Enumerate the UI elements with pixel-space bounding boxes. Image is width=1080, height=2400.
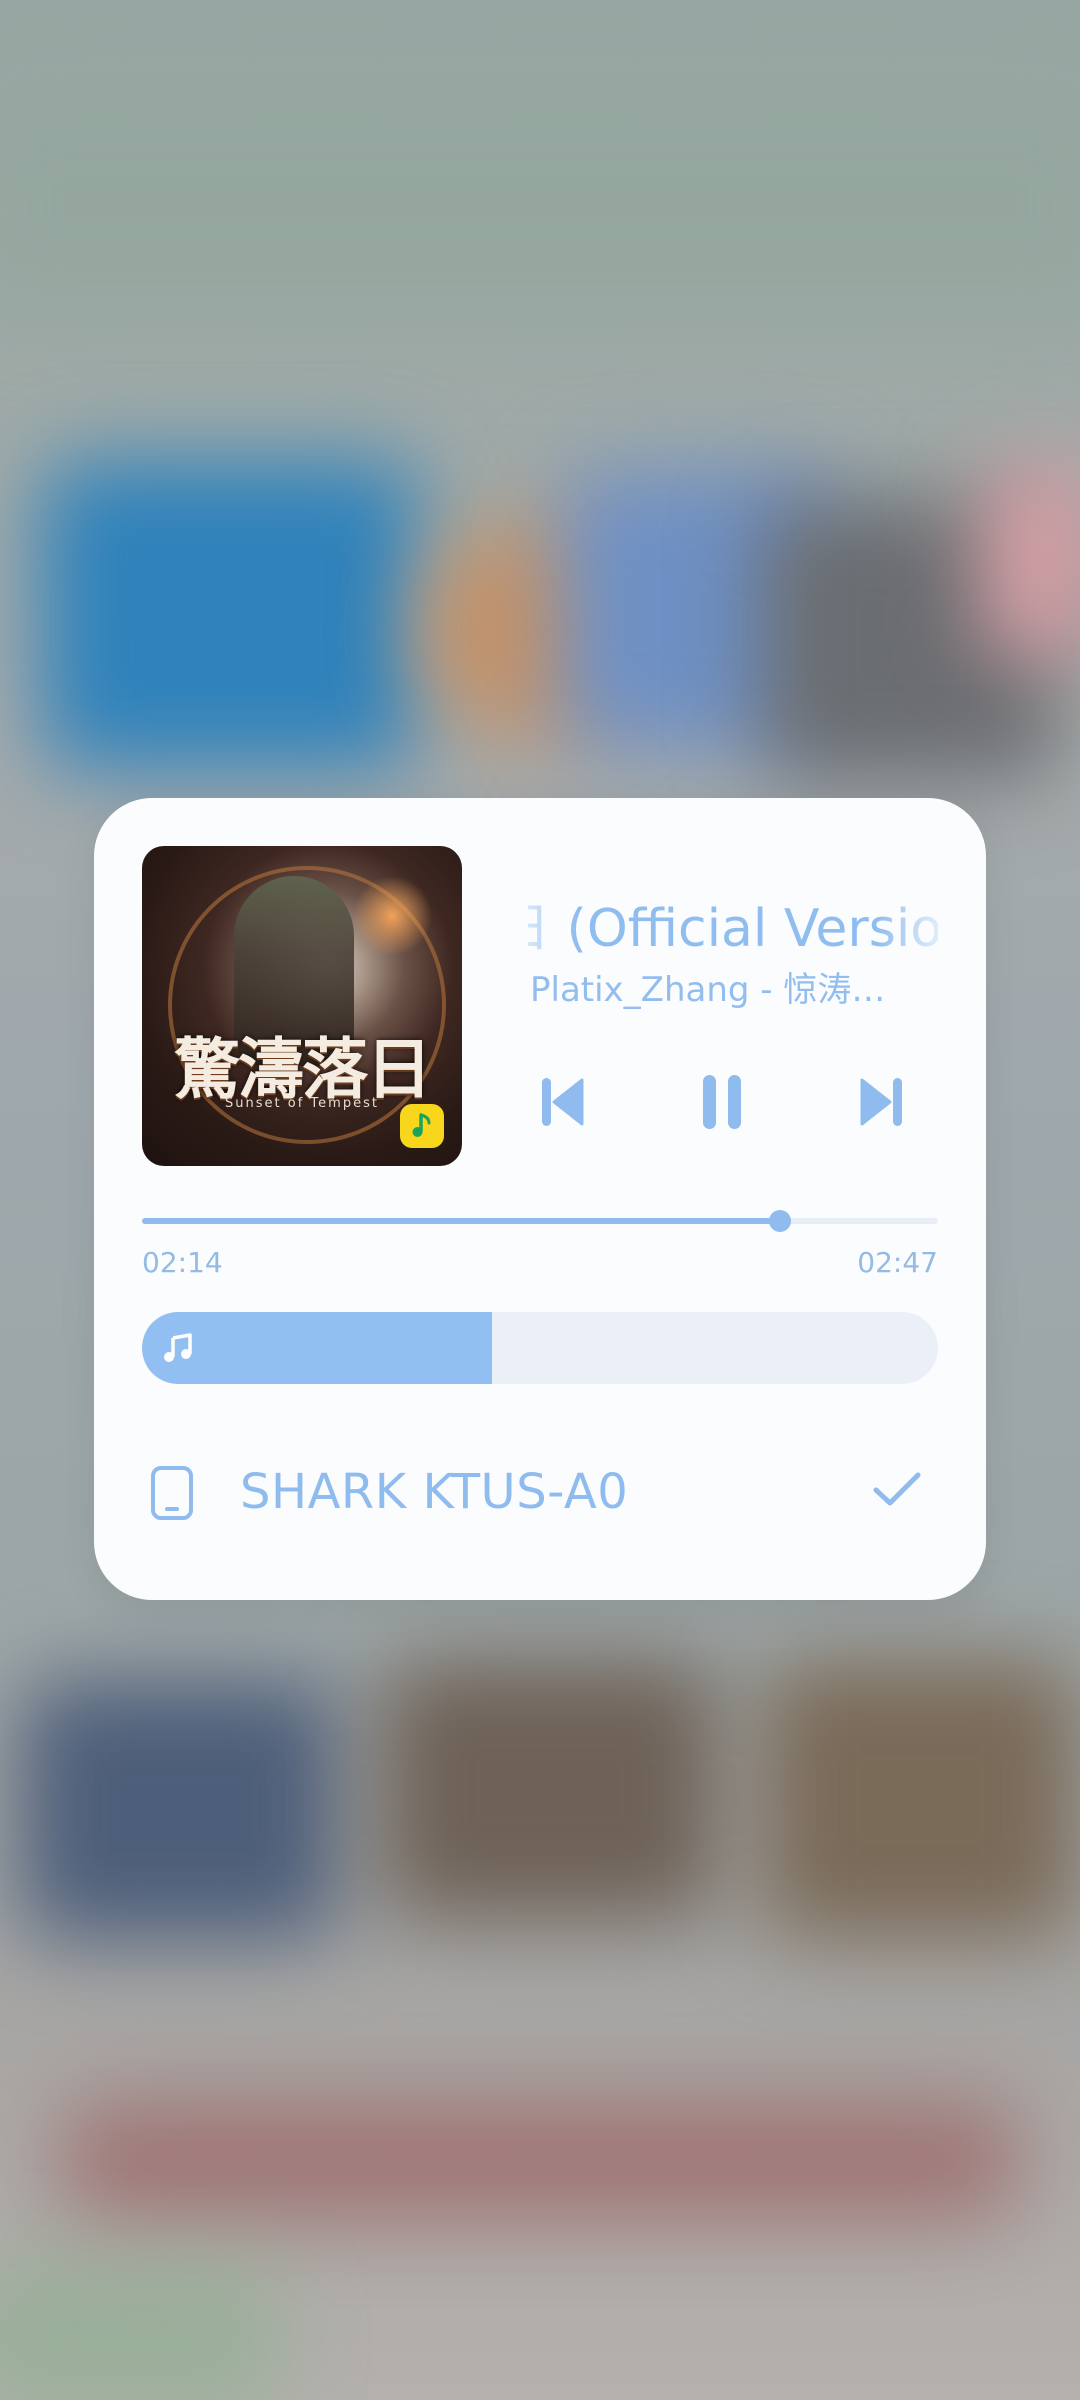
- media-output-panel: 驚濤落日 Sunset of Tempest 日 (Official Versi…: [94, 798, 986, 1600]
- qq-music-icon: [400, 1104, 444, 1148]
- phone-icon: [148, 1466, 196, 1524]
- music-note-icon: [162, 1332, 194, 1364]
- album-cover[interactable]: 驚濤落日 Sunset of Tempest: [142, 846, 462, 1166]
- playback-progress-fill: [142, 1218, 781, 1224]
- total-time: 02:47: [857, 1246, 938, 1279]
- output-device-name: SHARK KTUS-A0: [240, 1464, 629, 1520]
- next-button[interactable]: [846, 1074, 918, 1134]
- cover-art-lantern-glow: [352, 876, 432, 956]
- track-title-text: 日 (Official Version): [528, 899, 938, 959]
- skip-next-icon: [860, 1076, 904, 1132]
- playback-progress-bar[interactable]: [142, 1210, 938, 1232]
- skip-previous-icon: [540, 1076, 584, 1132]
- pause-icon: [701, 1073, 743, 1135]
- track-artist: Platix_Zhang - 惊涛…: [530, 970, 886, 1010]
- elapsed-time: 02:14: [142, 1246, 223, 1279]
- volume-slider-fill: [142, 1312, 493, 1384]
- previous-button[interactable]: [526, 1074, 598, 1134]
- check-icon: [872, 1470, 922, 1512]
- playback-progress-thumb[interactable]: [769, 1210, 792, 1232]
- output-device-row[interactable]: SHARK KTUS-A0: [142, 1458, 938, 1522]
- volume-slider[interactable]: [142, 1312, 938, 1384]
- pause-button[interactable]: [686, 1074, 758, 1134]
- track-title[interactable]: 日 (Official Version): [528, 886, 938, 961]
